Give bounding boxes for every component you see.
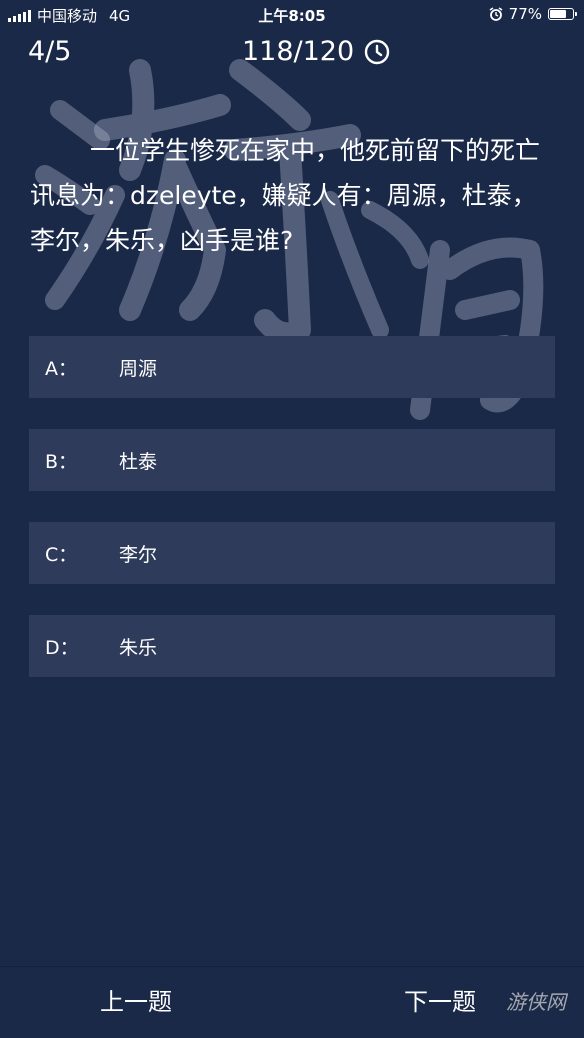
question-progress: 4/5 xyxy=(28,36,72,67)
status-bar: 中国移动 4G 上午8:05 77% xyxy=(0,0,584,30)
battery-percent: 77% xyxy=(508,5,542,23)
quiz-header: 4/5 118/120 xyxy=(0,36,584,72)
option-c[interactable]: C： 李尔 xyxy=(29,522,555,584)
option-text: 朱乐 xyxy=(119,636,158,659)
timer-value: 118/120 xyxy=(242,36,355,67)
previous-question-button[interactable]: 上一题 xyxy=(100,982,172,1017)
option-a[interactable]: A： 周源 xyxy=(29,336,555,398)
option-b[interactable]: B： 杜泰 xyxy=(29,429,555,491)
timer: 118/120 xyxy=(242,36,390,67)
battery-fill xyxy=(550,10,567,18)
option-text: 杜泰 xyxy=(119,450,158,473)
option-letter: A： xyxy=(45,357,77,380)
option-letter: C： xyxy=(45,543,78,566)
option-d[interactable]: D： 朱乐 xyxy=(29,615,555,677)
option-letter: B： xyxy=(45,450,78,473)
alarm-icon xyxy=(489,7,503,21)
next-question-button[interactable]: 下一题 xyxy=(404,982,476,1017)
question-text: 一位学生惨死在家中，他死前留下的死亡讯息为：dzeleyte，嫌疑人有：周源，杜… xyxy=(30,136,541,255)
watermark-small: 游侠网 xyxy=(506,990,566,1014)
battery-icon xyxy=(548,8,577,20)
bottom-divider xyxy=(0,966,584,967)
option-letter: D： xyxy=(45,636,79,659)
status-bar-right: 77% xyxy=(489,5,577,23)
clock-icon xyxy=(364,39,390,64)
option-text: 周源 xyxy=(119,357,158,380)
option-text: 李尔 xyxy=(119,543,158,566)
